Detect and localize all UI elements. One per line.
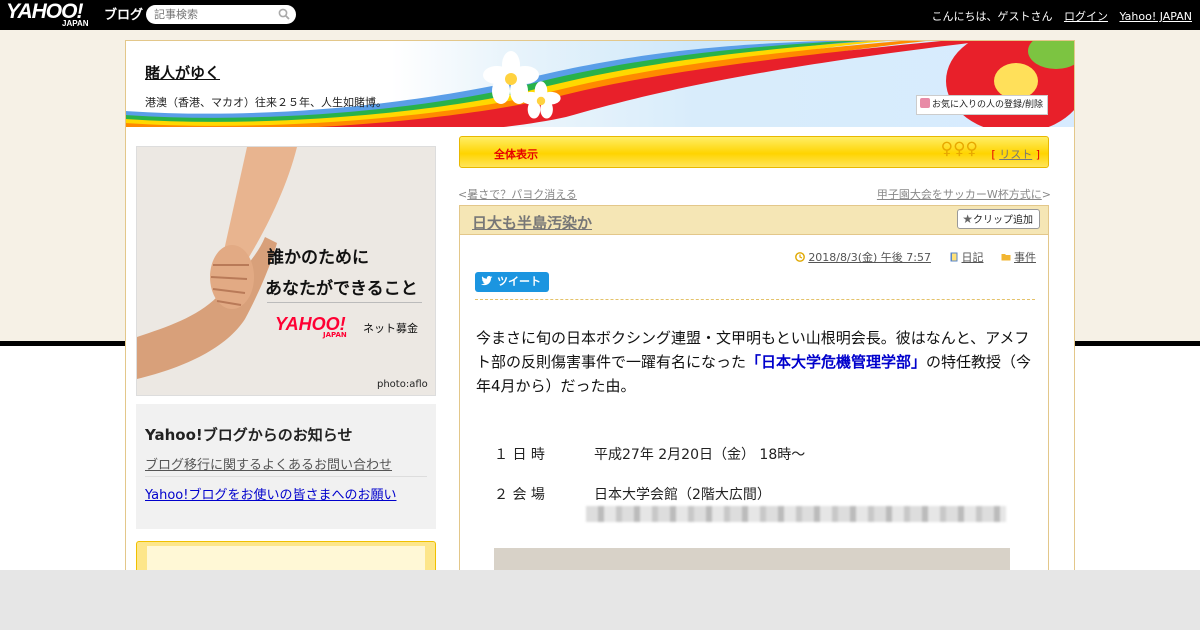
yahoo-blog-logo[interactable]: YAHOO! ブログ JAPAN: [6, 1, 143, 28]
handshake-photo: [137, 147, 297, 379]
prev-arrow-icon: <: [458, 188, 468, 201]
notice-divider: [145, 476, 427, 477]
article-panel: 日大も半島汚染か ★クリップ追加 2018/8/3(金) 午後 7:57 日記 …: [459, 205, 1049, 587]
ad-service-name: ネット募金: [363, 322, 418, 335]
blog-header: 賭人がゆく 港澳（香港、マカオ）往来２５年、人生如賭博。 お気に入りの人の登録/…: [126, 41, 1074, 127]
notice-link-request[interactable]: Yahoo!ブログをお使いの皆さまへのお願い: [145, 484, 396, 503]
notice-link-migration-faq[interactable]: ブログ移行に関するよくあるお問い合わせ: [145, 454, 392, 473]
article-date-link[interactable]: 2018/8/3(金) 午後 7:57: [808, 251, 931, 264]
category-incident-link[interactable]: 事件: [1014, 251, 1036, 264]
article-nav-bar: 全体表示 ♀♀♀ [ リスト ]: [459, 136, 1049, 168]
yahoo-japan-link[interactable]: Yahoo! JAPAN: [1119, 10, 1192, 23]
clip-add-button[interactable]: ★クリップ追加: [957, 209, 1040, 229]
next-article-nav: 甲子園大会をサッカーW杯方式に>: [877, 186, 1051, 202]
user-nav: こんにちは、ゲストさん ログイン Yahoo! JAPAN: [923, 8, 1192, 24]
donation-ad-banner[interactable]: 誰かのために あなたができること YAHOO! JAPAN ネット募金 phot…: [136, 146, 436, 396]
footer-bar: [0, 570, 1200, 630]
image-row2-label: ２ 会 場: [494, 487, 545, 503]
search-icon[interactable]: [278, 8, 290, 20]
list-view-link[interactable]: リスト: [999, 148, 1032, 161]
search-input[interactable]: [154, 7, 272, 21]
clock-icon: [795, 252, 806, 262]
article-header: 日大も半島汚染か ★クリップ追加: [460, 206, 1048, 235]
next-arrow-icon: >: [1041, 188, 1051, 201]
ad-divider: [267, 302, 422, 303]
notice-title: Yahoo!ブログからのお知らせ: [145, 426, 353, 444]
image-row1-label: １ 日 時: [494, 447, 545, 463]
article-body-emphasis: 「日本大学危機管理学部」: [746, 353, 927, 371]
yahoo-logo-sub: JAPAN: [62, 19, 89, 28]
image-row-datetime: １ 日 時 平成27年 2月20日（金） 18時〜: [494, 444, 805, 464]
list-view-toggle: [ リスト ]: [991, 146, 1040, 162]
ad-headline-line2: あなたができること: [265, 279, 418, 299]
login-link[interactable]: ログイン: [1064, 10, 1108, 23]
ad-yahoo-logo-sub: JAPAN: [323, 331, 347, 339]
image-row-venue: ２ 会 場 日本大学会館（2階大広間）: [494, 484, 771, 504]
next-article-link[interactable]: 甲子園大会をサッカーW杯方式に: [877, 188, 1042, 201]
tweet-label: ツイート: [497, 275, 541, 288]
greeting-text: こんにちは、ゲストさん: [931, 10, 1053, 23]
prev-article-link[interactable]: 暑さで？パヨク消える: [467, 188, 577, 201]
ad-headline-line1: 誰かのために: [267, 248, 369, 268]
list-bracket-open: [: [991, 148, 996, 161]
image-row1-value: 平成27年 2月20日（金） 18時〜: [594, 447, 806, 463]
favorite-button-label: お気に入りの人の登録/削除: [932, 100, 1044, 110]
blog-container: 賭人がゆく 港澳（香港、マカオ）往来２５年、人生如賭博。 お気に入りの人の登録/…: [125, 40, 1075, 587]
clip-button-label: クリップ追加: [973, 215, 1033, 226]
blog-description: 港澳（香港、マカオ）往来２５年、人生如賭博。: [145, 96, 387, 109]
twitter-bird-icon: [481, 276, 493, 286]
notice-panel: Yahoo!ブログからのお知らせ ブログ移行に関するよくあるお問い合わせ Yah…: [136, 404, 436, 529]
article-title[interactable]: 日大も半島汚染か: [472, 212, 592, 233]
prev-article-nav: <暑さで？パヨク消える: [458, 186, 577, 202]
image-row2-value: 日本大学会館（2階大広間）: [594, 487, 771, 503]
blog-title[interactable]: 賭人がゆく: [145, 62, 220, 83]
star-icon: ★: [962, 212, 973, 226]
diary-book-icon: [950, 252, 957, 262]
meta-divider: [475, 299, 1035, 300]
blog-service-label: ブログ: [104, 7, 144, 22]
article-embedded-image: １ 日 時 平成27年 2月20日（金） 18時〜 ２ 会 場 日本大学会館（2…: [486, 436, 1024, 586]
top-bar: YAHOO! ブログ JAPAN こんにちは、ゲストさん ログイン Yahoo!…: [0, 0, 1200, 30]
list-bracket-close: ]: [1035, 148, 1040, 161]
article-body: 今まさに旬の日本ボクシング連盟・文甲明もとい山根明会長。彼はなんと、アメフト部の…: [476, 326, 1036, 398]
show-all-tab[interactable]: 全体表示: [494, 146, 538, 162]
search-box: [146, 5, 296, 24]
blurred-address: [586, 506, 1006, 522]
favorite-icon: [920, 98, 930, 108]
category-diary-link[interactable]: 日記: [962, 251, 984, 264]
tweet-button[interactable]: ツイート: [475, 272, 549, 292]
article-meta: 2018/8/3(金) 午後 7:57 日記 事件: [781, 249, 1036, 265]
bar-decoration-icon: ♀♀♀: [940, 139, 978, 159]
folder-icon: [1001, 254, 1011, 261]
favorite-register-button[interactable]: お気に入りの人の登録/削除: [916, 95, 1049, 115]
ad-photo-credit: photo:aflo: [377, 379, 428, 390]
